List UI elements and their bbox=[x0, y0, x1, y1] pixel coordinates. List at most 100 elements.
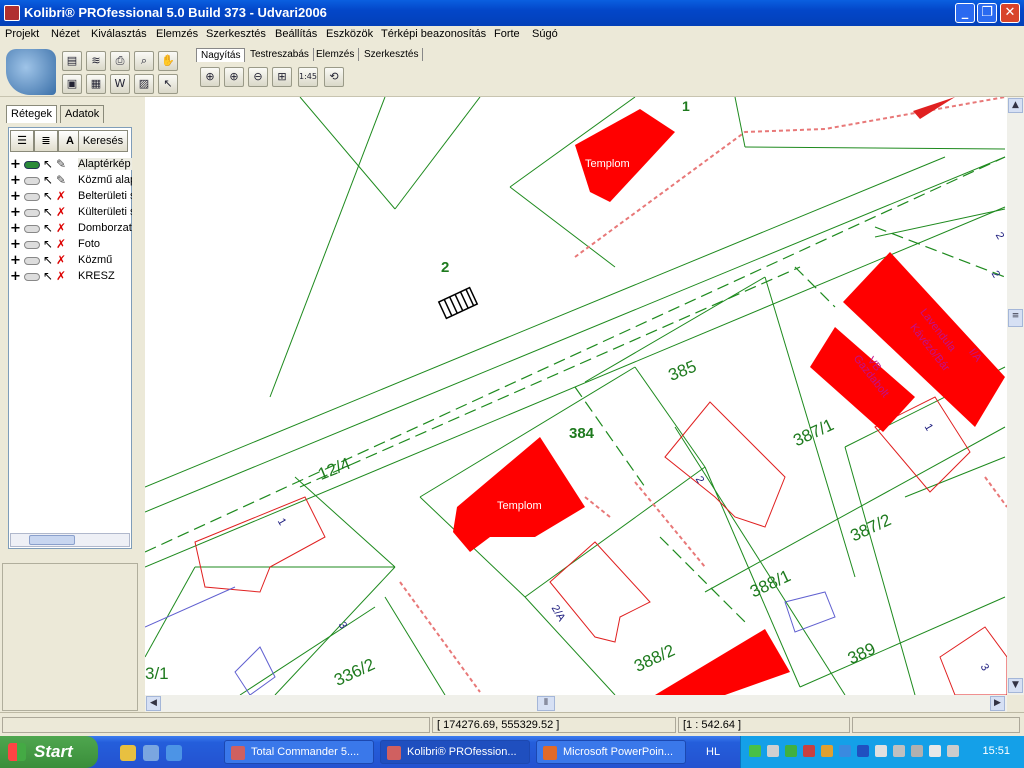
expand-icon[interactable]: + bbox=[10, 269, 21, 285]
layer-row[interactable]: + ↖ ✗ Belterületi s bbox=[10, 189, 132, 205]
visibility-icon[interactable] bbox=[24, 209, 40, 217]
menu-terkepi-beazonositas[interactable]: Térképi beazonosítás bbox=[381, 28, 486, 40]
minimize-button[interactable]: _ bbox=[955, 3, 975, 23]
scroll-thumb[interactable]: ⦀ bbox=[537, 696, 555, 711]
tab-testreszabas[interactable]: Testreszabás bbox=[246, 48, 314, 61]
select-arrow-icon[interactable]: ↖ bbox=[43, 237, 53, 251]
expand-icon[interactable]: + bbox=[10, 189, 21, 205]
visibility-icon[interactable] bbox=[24, 225, 40, 233]
bluetooth-icon[interactable] bbox=[857, 745, 869, 757]
menu-projekt[interactable]: Projekt bbox=[5, 28, 39, 40]
select-arrow-icon[interactable]: ↖ bbox=[43, 269, 53, 283]
visibility-icon[interactable] bbox=[24, 161, 40, 169]
layer-list-scrollbar[interactable] bbox=[10, 533, 130, 547]
menu-forte[interactable]: Forte bbox=[494, 28, 520, 40]
visibility-icon[interactable] bbox=[24, 177, 40, 185]
edit-disabled-icon[interactable]: ✗ bbox=[56, 221, 66, 235]
maximize-button[interactable]: ❐ bbox=[977, 3, 997, 23]
edit-disabled-icon[interactable]: ✗ bbox=[56, 237, 66, 251]
tab-szerkesztes[interactable]: Szerkesztés bbox=[360, 48, 424, 61]
expand-icon[interactable]: + bbox=[10, 237, 21, 253]
layer-stack-icon[interactable]: ≣ bbox=[34, 130, 58, 152]
tray-icon[interactable] bbox=[893, 745, 905, 757]
quicklaunch-clock-icon[interactable] bbox=[120, 745, 136, 761]
layers-icon[interactable]: ≋ bbox=[86, 51, 106, 71]
tab-nagyitas[interactable]: Nagyítás bbox=[196, 48, 246, 62]
close-button[interactable]: ✕ bbox=[1000, 3, 1020, 23]
menu-szerkesztes[interactable]: Szerkesztés bbox=[206, 28, 266, 40]
select-arrow-icon[interactable]: ↖ bbox=[43, 253, 53, 267]
zoom-in-icon[interactable]: ⊕ bbox=[224, 67, 244, 87]
layer-row[interactable]: + ↖ ✗ KRESZ bbox=[10, 269, 132, 285]
menu-sugo[interactable]: Súgó bbox=[532, 28, 558, 40]
map-vertical-scrollbar[interactable]: ▲ ≡ ▼ bbox=[1007, 97, 1024, 695]
edit-disabled-icon[interactable]: ✗ bbox=[56, 205, 66, 219]
scroll-down-icon[interactable]: ▼ bbox=[1008, 678, 1023, 693]
menu-elemzes[interactable]: Elemzés bbox=[156, 28, 198, 40]
expand-icon[interactable]: + bbox=[10, 173, 21, 189]
menu-kivalasztas[interactable]: Kiválasztás bbox=[91, 28, 147, 40]
volume-icon[interactable] bbox=[929, 745, 941, 757]
zoom-previous-icon[interactable]: ⟲ bbox=[324, 67, 344, 87]
edit-pen-icon[interactable]: ✎ bbox=[56, 173, 66, 187]
select-arrow-icon[interactable]: ↖ bbox=[43, 205, 53, 219]
edit-disabled-icon[interactable]: ✗ bbox=[56, 269, 66, 283]
language-indicator[interactable]: HL bbox=[706, 746, 720, 758]
task-kolibri[interactable]: Kolibri® PROfession... bbox=[380, 740, 530, 764]
tray-icon[interactable] bbox=[749, 745, 761, 757]
map-horizontal-scrollbar[interactable]: ◀ ⦀ ▶ bbox=[145, 695, 1007, 712]
edit-disabled-icon[interactable]: ✗ bbox=[56, 253, 66, 267]
pointer-icon[interactable]: ↖ bbox=[158, 74, 178, 94]
map-canvas[interactable]: 1 2 385 384 12/4 387/1 387/2 388/1 388/2… bbox=[145, 97, 1007, 695]
layer-row[interactable]: + ↖ ✗ Külterületi s bbox=[10, 205, 132, 221]
pan-hand-icon[interactable]: ✋ bbox=[158, 51, 178, 71]
select-arrow-icon[interactable]: ↖ bbox=[43, 221, 53, 235]
expand-icon[interactable]: + bbox=[10, 253, 21, 269]
tray-icon[interactable] bbox=[947, 745, 959, 757]
scroll-thumb[interactable]: ≡ bbox=[1008, 309, 1023, 327]
select-arrow-icon[interactable]: ↖ bbox=[43, 189, 53, 203]
zoom-out-icon[interactable]: ⊖ bbox=[248, 67, 268, 87]
save-icon[interactable]: ▣ bbox=[62, 74, 82, 94]
expand-icon[interactable]: + bbox=[10, 221, 21, 237]
find-icon[interactable]: ⌕ bbox=[134, 51, 154, 71]
zoom-extent-icon[interactable]: ⊞ bbox=[272, 67, 292, 87]
tray-icon[interactable] bbox=[803, 745, 815, 757]
tray-icon[interactable] bbox=[911, 745, 923, 757]
image-export-icon[interactable]: ▨ bbox=[134, 74, 154, 94]
layer-row[interactable]: + ↖ ✗ Foto bbox=[10, 237, 132, 253]
expand-icon[interactable]: + bbox=[10, 205, 21, 221]
tray-icon[interactable] bbox=[821, 745, 833, 757]
table-icon[interactable]: ▦ bbox=[86, 74, 106, 94]
task-total-commander[interactable]: Total Commander 5.... bbox=[224, 740, 374, 764]
scroll-left-icon[interactable]: ◀ bbox=[146, 696, 161, 711]
tray-network-icon[interactable] bbox=[767, 745, 779, 757]
start-button[interactable]: Start bbox=[0, 736, 98, 768]
open-icon[interactable]: ▤ bbox=[62, 51, 82, 71]
word-export-icon[interactable]: W bbox=[110, 74, 130, 94]
select-arrow-icon[interactable]: ↖ bbox=[43, 157, 53, 171]
search-button[interactable]: Keresés bbox=[78, 130, 128, 152]
scroll-right-icon[interactable]: ▶ bbox=[990, 696, 1005, 711]
select-arrow-icon[interactable]: ↖ bbox=[43, 173, 53, 187]
visibility-icon[interactable] bbox=[24, 241, 40, 249]
zoom-scale-icon[interactable]: 1:45 bbox=[298, 67, 318, 87]
quicklaunch-explorer-icon[interactable] bbox=[143, 745, 159, 761]
menu-nezet[interactable]: Nézet bbox=[51, 28, 80, 40]
visibility-icon[interactable] bbox=[24, 273, 40, 281]
layer-row[interactable]: + ↖ ✗ Közmű bbox=[10, 253, 132, 269]
tray-icon[interactable] bbox=[839, 745, 851, 757]
edit-pen-icon[interactable]: ✎ bbox=[56, 157, 66, 171]
layer-tree-icon[interactable]: ☰ bbox=[10, 130, 34, 152]
visibility-icon[interactable] bbox=[24, 257, 40, 265]
tab-elemzes[interactable]: Elemzés bbox=[312, 48, 360, 61]
tray-icon[interactable] bbox=[785, 745, 797, 757]
tab-adatok[interactable]: Adatok bbox=[60, 105, 105, 123]
print-icon[interactable]: ⎙ bbox=[110, 51, 130, 71]
quicklaunch-ie-icon[interactable] bbox=[166, 745, 182, 761]
edit-disabled-icon[interactable]: ✗ bbox=[56, 189, 66, 203]
layer-row[interactable]: + ↖ ✎ Közmű alap bbox=[10, 173, 132, 189]
menu-eszkozok[interactable]: Eszközök bbox=[326, 28, 373, 40]
scroll-thumb[interactable] bbox=[29, 535, 75, 545]
task-powerpoint[interactable]: Microsoft PowerPoin... bbox=[536, 740, 686, 764]
